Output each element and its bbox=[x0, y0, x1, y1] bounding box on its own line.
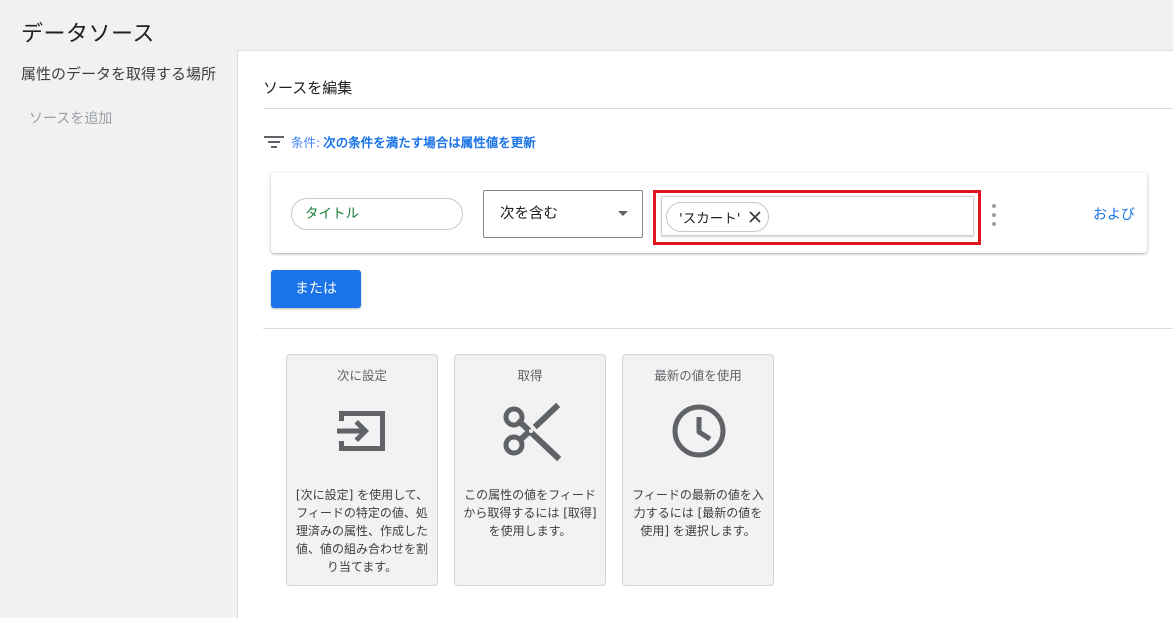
close-icon[interactable] bbox=[748, 210, 762, 224]
add-source-link[interactable]: ソースを追加 bbox=[29, 108, 112, 128]
more-vert-icon[interactable] bbox=[989, 204, 999, 226]
condition-text: 次の条件を満たす場合は属性値を更新 bbox=[323, 135, 536, 150]
value-chip: 'スカート' bbox=[666, 202, 770, 232]
action-card-description: フィードの最新の値を入力するには [最新の値を使用] を選択します。 bbox=[632, 488, 764, 538]
action-card-title: 取得 bbox=[517, 368, 543, 383]
action-card-set-to[interactable]: 次に設定 [次に設定] を使用して、フィードの特定の値、処理済みの属性、作成した… bbox=[286, 354, 438, 586]
and-link[interactable]: および bbox=[1093, 204, 1135, 224]
operator-select[interactable]: 次を含む bbox=[483, 190, 643, 238]
scissors-icon bbox=[501, 401, 561, 461]
dropdown-arrow-icon bbox=[618, 211, 628, 216]
page-title: データソース bbox=[21, 22, 155, 47]
value-input[interactable]: 'スカート' bbox=[661, 196, 974, 236]
action-card-title: 最新の値を使用 bbox=[654, 368, 742, 383]
clock-icon bbox=[669, 401, 729, 461]
condition-rule-card: タイトル 次を含む 'スカート' および bbox=[271, 173, 1147, 253]
divider bbox=[263, 108, 1173, 109]
operator-select-label: 次を含む bbox=[500, 206, 558, 222]
condition-header: 条件: 次の条件を満たす場合は属性値を更新 bbox=[264, 132, 536, 151]
highlight-box: 'スカート' bbox=[653, 190, 981, 245]
attribute-chip[interactable]: タイトル bbox=[291, 198, 463, 230]
action-card-title: 次に設定 bbox=[336, 368, 387, 383]
action-card-description: この属性の値をフィードから取得するには [取得] を使用します。 bbox=[463, 488, 597, 538]
sidebar: 属性のデータを取得する場所 ソースを追加 bbox=[0, 50, 237, 618]
action-card-description: [次に設定] を使用して、フィードの特定の値、処理済みの属性、作成した値、値の組… bbox=[295, 488, 429, 574]
or-button[interactable]: または bbox=[271, 270, 361, 308]
source-editor-panel: ソースを編集 条件: 次の条件を満たす場合は属性値を更新 タイトル 次を含む '… bbox=[237, 50, 1173, 618]
action-card-latest-value[interactable]: 最新の値を使用 フィードの最新の値を入力するには [最新の値を使用] を選択しま… bbox=[622, 354, 774, 586]
sidebar-heading: 属性のデータを取得する場所 bbox=[21, 65, 217, 83]
action-card-extract[interactable]: 取得 この属性の値をフィードから取得するには [取得] を使用します。 bbox=[454, 354, 606, 586]
section-title: ソースを編集 bbox=[263, 79, 353, 97]
value-chip-label: 'スカート' bbox=[679, 211, 741, 227]
condition-prefix: 条件: bbox=[291, 135, 321, 150]
filter-icon bbox=[264, 134, 284, 150]
divider bbox=[263, 328, 1173, 329]
input-arrow-icon bbox=[333, 401, 393, 461]
